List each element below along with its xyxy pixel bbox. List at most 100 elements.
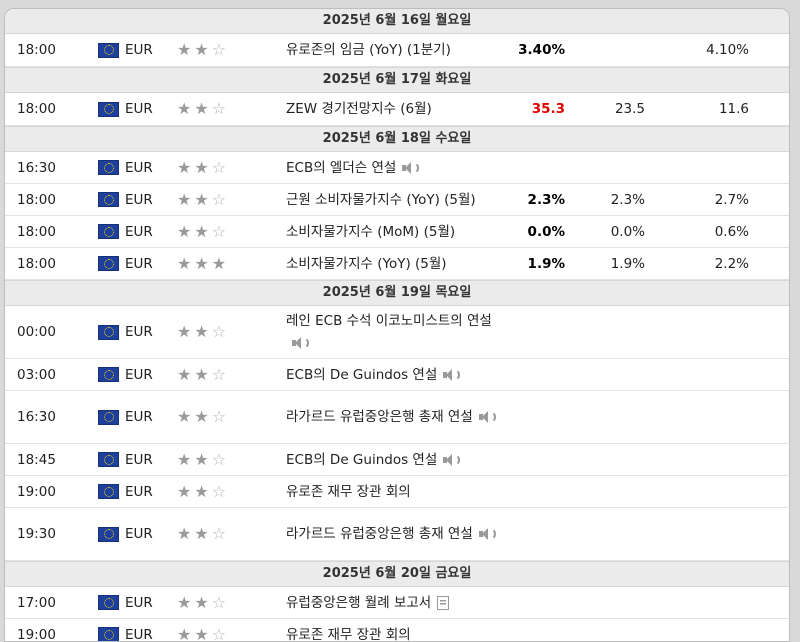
- event-name-cell[interactable]: 소비자물가지수 (MoM) (5월): [286, 216, 498, 247]
- event-time: 18:00: [17, 184, 56, 215]
- event-name-cell[interactable]: 라가르드 유럽중앙은행 총재 연설: [286, 391, 498, 443]
- importance-stars: ★★☆: [177, 152, 226, 183]
- event-row[interactable]: 19:30EUR★★☆라가르드 유럽중앙은행 총재 연설: [5, 508, 789, 561]
- event-name-cell[interactable]: 근원 소비자물가지수 (YoY) (5월): [286, 184, 498, 215]
- star-filled-icon: ★: [194, 101, 208, 117]
- star-empty-icon: ☆: [212, 324, 226, 340]
- event-name[interactable]: ECB의 엘더슨 연설: [286, 157, 419, 179]
- eu-flag-icon: [98, 587, 119, 618]
- event-row[interactable]: 16:30EUR★★☆ECB의 엘더슨 연설: [5, 152, 789, 184]
- event-name[interactable]: 유럽중앙은행 월례 보고서: [286, 592, 449, 614]
- event-previous: 4.10%: [706, 34, 749, 66]
- event-name-cell[interactable]: 라가르드 유럽중앙은행 총재 연설: [286, 508, 498, 560]
- event-actual: 0.0%: [528, 216, 565, 247]
- event-time: 18:45: [17, 444, 56, 475]
- event-row[interactable]: 18:45EUR★★☆ECB의 De Guindos 연설: [5, 444, 789, 476]
- star-empty-icon: ☆: [212, 367, 226, 383]
- event-time: 18:00: [17, 216, 56, 247]
- eu-flag-icon: [98, 444, 119, 475]
- event-name-cell[interactable]: 소비자물가지수 (YoY) (5월): [286, 248, 498, 279]
- event-name-cell[interactable]: 레인 ECB 수석 이코노미스트의 연설: [286, 306, 498, 358]
- importance-stars: ★★☆: [177, 619, 226, 642]
- importance-stars: ★★☆: [177, 391, 226, 443]
- event-name-text: 레인 ECB 수석 이코노미스트의 연설: [286, 313, 492, 329]
- event-row[interactable]: 18:00EUR★★☆유로존의 임금 (YoY) (1분기)3.40%4.10%: [5, 34, 789, 67]
- star-filled-icon: ★: [194, 452, 208, 468]
- event-time: 00:00: [17, 306, 56, 358]
- event-name-cell[interactable]: ECB의 엘더슨 연설: [286, 152, 498, 183]
- event-row[interactable]: 19:00EUR★★☆유로존 재무 장관 회의: [5, 619, 789, 642]
- event-name[interactable]: ZEW 경기전망지수 (6월): [286, 98, 432, 120]
- event-time: 03:00: [17, 359, 56, 390]
- event-row[interactable]: 18:00EUR★★☆소비자물가지수 (MoM) (5월)0.0%0.0%0.6…: [5, 216, 789, 248]
- event-name-text: ECB의 De Guindos 연설: [286, 367, 437, 383]
- event-forecast: 0.0%: [611, 216, 645, 247]
- event-name[interactable]: 소비자물가지수 (MoM) (5월): [286, 221, 455, 243]
- event-row[interactable]: 18:00EUR★★★소비자물가지수 (YoY) (5월)1.9%1.9%2.2…: [5, 248, 789, 280]
- speaker-icon: [479, 528, 496, 540]
- event-name[interactable]: 유로존 재무 장관 회의: [286, 624, 411, 642]
- calendar-rows: 2025년 6월 16일 월요일18:00EUR★★☆유로존의 임금 (YoY)…: [5, 9, 789, 642]
- event-name-cell[interactable]: ECB의 De Guindos 연설: [286, 359, 498, 390]
- star-filled-icon: ★: [177, 324, 191, 340]
- event-actual: 1.9%: [528, 248, 565, 279]
- speaker-icon: [443, 369, 460, 381]
- star-filled-icon: ★: [177, 42, 191, 58]
- event-row[interactable]: 17:00EUR★★☆유럽중앙은행 월례 보고서: [5, 587, 789, 619]
- event-name-text: ECB의 엘더슨 연설: [286, 160, 396, 176]
- event-currency: EUR: [125, 152, 153, 183]
- event-name-cell[interactable]: ZEW 경기전망지수 (6월): [286, 93, 498, 125]
- event-name-cell[interactable]: ECB의 De Guindos 연설: [286, 444, 498, 475]
- star-filled-icon: ★: [194, 256, 208, 272]
- eu-flag-icon: [98, 619, 119, 642]
- star-empty-icon: ☆: [212, 484, 226, 500]
- star-filled-icon: ★: [177, 367, 191, 383]
- event-row[interactable]: 18:00EUR★★☆근원 소비자물가지수 (YoY) (5월)2.3%2.3%…: [5, 184, 789, 216]
- star-empty-icon: ☆: [212, 224, 226, 240]
- star-filled-icon: ★: [177, 409, 191, 425]
- star-filled-icon: ★: [177, 526, 191, 542]
- star-empty-icon: ☆: [212, 595, 226, 611]
- day-header: 2025년 6월 16일 월요일: [5, 9, 789, 34]
- event-name[interactable]: ECB의 De Guindos 연설: [286, 364, 460, 386]
- speaker-icon: [479, 411, 496, 423]
- importance-stars: ★★☆: [177, 444, 226, 475]
- event-name[interactable]: 라가르드 유럽중앙은행 총재 연설: [286, 406, 496, 428]
- event-name[interactable]: ECB의 De Guindos 연설: [286, 449, 460, 471]
- event-forecast: 23.5: [615, 93, 645, 125]
- event-row[interactable]: 19:00EUR★★☆유로존 재무 장관 회의: [5, 476, 789, 508]
- star-filled-icon: ★: [194, 160, 208, 176]
- eu-flag-icon: [98, 359, 119, 390]
- event-name[interactable]: 레인 ECB 수석 이코노미스트의 연설: [286, 310, 498, 354]
- importance-stars: ★★☆: [177, 587, 226, 618]
- event-name[interactable]: 유로존의 임금 (YoY) (1분기): [286, 39, 451, 61]
- event-row[interactable]: 16:30EUR★★☆라가르드 유럽중앙은행 총재 연설: [5, 391, 789, 444]
- star-filled-icon: ★: [177, 595, 191, 611]
- event-name-cell[interactable]: 유럽중앙은행 월례 보고서: [286, 587, 498, 618]
- event-currency: EUR: [125, 34, 153, 66]
- event-name-cell[interactable]: 유로존의 임금 (YoY) (1분기): [286, 34, 498, 66]
- event-name-text: 라가르드 유럽중앙은행 총재 연설: [286, 409, 473, 425]
- event-actual: 3.40%: [518, 34, 565, 66]
- event-previous: 11.6: [719, 93, 749, 125]
- event-currency: EUR: [125, 359, 153, 390]
- star-filled-icon: ★: [194, 595, 208, 611]
- event-previous: 2.7%: [715, 184, 749, 215]
- event-currency: EUR: [125, 184, 153, 215]
- event-name-cell[interactable]: 유로존 재무 장관 회의: [286, 619, 498, 642]
- event-currency: EUR: [125, 248, 153, 279]
- event-name[interactable]: 라가르드 유럽중앙은행 총재 연설: [286, 523, 496, 545]
- star-filled-icon: ★: [177, 160, 191, 176]
- event-row[interactable]: 00:00EUR★★☆레인 ECB 수석 이코노미스트의 연설: [5, 306, 789, 359]
- event-row[interactable]: 18:00EUR★★☆ZEW 경기전망지수 (6월)35.323.511.6: [5, 93, 789, 126]
- eu-flag-icon: [98, 248, 119, 279]
- event-name[interactable]: 근원 소비자물가지수 (YoY) (5월): [286, 189, 476, 211]
- event-name-cell[interactable]: 유로존 재무 장관 회의: [286, 476, 498, 507]
- event-name-text: ZEW 경기전망지수 (6월): [286, 101, 432, 117]
- eu-flag-icon: [98, 216, 119, 247]
- star-filled-icon: ★: [177, 452, 191, 468]
- event-row[interactable]: 03:00EUR★★☆ECB의 De Guindos 연설: [5, 359, 789, 391]
- event-name-text: 소비자물가지수 (YoY) (5월): [286, 256, 447, 272]
- event-name[interactable]: 유로존 재무 장관 회의: [286, 481, 411, 503]
- event-name[interactable]: 소비자물가지수 (YoY) (5월): [286, 253, 447, 275]
